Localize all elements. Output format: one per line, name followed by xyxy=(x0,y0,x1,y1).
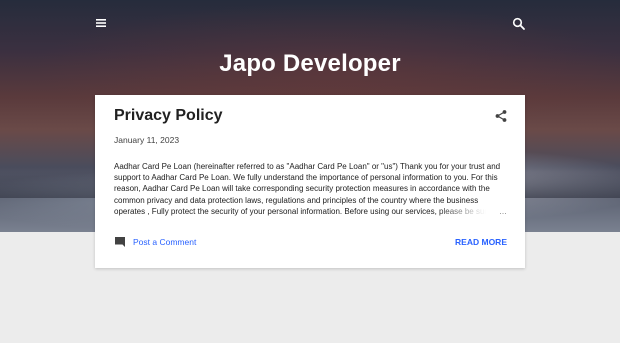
post-snippet: Aadhar Card Pe Loan (hereinafter referre… xyxy=(114,161,507,217)
post-card: Privacy Policy January 11, 2023 Aadhar C… xyxy=(95,95,525,268)
post-comment-label: Post a Comment xyxy=(133,237,197,247)
share-icon[interactable] xyxy=(494,109,508,123)
read-more-link[interactable]: READ MORE xyxy=(455,237,507,247)
post-comment-link[interactable]: Post a Comment xyxy=(114,236,196,248)
search-icon[interactable] xyxy=(511,16,527,32)
post-title[interactable]: Privacy Policy xyxy=(114,107,223,125)
post-date: January 11, 2023 xyxy=(114,135,180,145)
blog-title[interactable]: Japo Developer xyxy=(0,50,620,78)
snippet-ellipsis: … xyxy=(437,206,507,217)
comment-icon xyxy=(115,237,125,247)
hamburger-menu-icon[interactable] xyxy=(94,16,108,30)
